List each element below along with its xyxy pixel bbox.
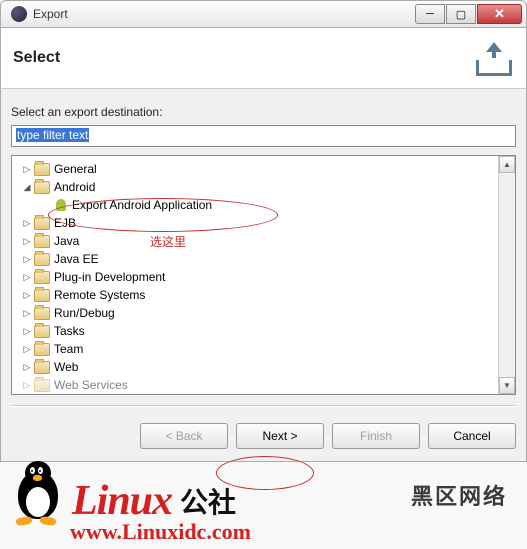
watermark-url: www.Linuxidc.com [70, 519, 517, 545]
folder-icon [34, 307, 50, 320]
dialog-content: Select an export destination: type filte… [0, 89, 527, 417]
tree-label: Tasks [54, 324, 85, 338]
expand-toggle[interactable]: ▷ [20, 218, 34, 229]
close-icon: ✕ [494, 6, 505, 22]
tree-item-java[interactable]: ▷ Java [14, 232, 496, 250]
folder-icon [34, 235, 50, 248]
tree-item-remote-systems[interactable]: ▷ Remote Systems [14, 286, 496, 304]
folder-icon [34, 163, 50, 176]
close-button[interactable]: ✕ [477, 4, 522, 24]
next-button[interactable]: Next > [236, 423, 324, 449]
window-title: Export [33, 7, 415, 21]
tree-label: Java EE [54, 252, 99, 266]
maximize-icon: ▢ [456, 8, 466, 21]
eclipse-icon [11, 6, 27, 22]
scroll-down-button[interactable]: ▼ [499, 377, 515, 394]
folder-icon [34, 289, 50, 302]
window-controls: ─ ▢ ✕ [415, 4, 522, 24]
tree-item-web-services[interactable]: ▷ Web Services [14, 376, 496, 394]
tree-item-web[interactable]: ▷ Web [14, 358, 496, 376]
dialog-header: Select [0, 28, 527, 89]
folder-icon [34, 379, 50, 392]
cancel-button[interactable]: Cancel [428, 423, 516, 449]
finish-button[interactable]: Finish [332, 423, 420, 449]
tree-item-export-android-application[interactable]: Export Android Application [14, 196, 496, 214]
tree-item-ejb[interactable]: ▷ EJB [14, 214, 496, 232]
folder-icon [34, 181, 50, 194]
folder-icon [34, 271, 50, 284]
tree-item-plugin-dev[interactable]: ▷ Plug-in Development [14, 268, 496, 286]
collapse-toggle[interactable]: ◢ [20, 182, 34, 193]
tree-label: Web Services [54, 378, 128, 392]
page-title: Select [13, 49, 474, 67]
folder-icon [34, 361, 50, 374]
back-button[interactable]: < Back [140, 423, 228, 449]
tree-item-android[interactable]: ◢ Android [14, 178, 496, 196]
folder-icon [34, 217, 50, 230]
destination-tree: ▷ General ◢ Android Export Android Appli… [11, 155, 516, 395]
tree-label: Run/Debug [54, 306, 115, 320]
title-bar: Export ─ ▢ ✕ [0, 0, 527, 28]
tree-item-tasks[interactable]: ▷ Tasks [14, 322, 496, 340]
tree-label: Android [54, 180, 95, 194]
expand-toggle[interactable]: ▷ [20, 326, 34, 337]
watermark-gray: 黑区网络 [411, 479, 507, 511]
folder-icon [34, 325, 50, 338]
expand-toggle[interactable]: ▷ [20, 380, 34, 391]
filter-text-selected: type filter text [16, 128, 89, 142]
tux-icon [10, 459, 66, 525]
expand-toggle[interactable]: ▷ [20, 308, 34, 319]
minimize-button[interactable]: ─ [415, 4, 445, 24]
filter-input[interactable]: type filter text [11, 125, 516, 147]
expand-toggle[interactable]: ▷ [20, 362, 34, 373]
expand-toggle[interactable]: ▷ [20, 236, 34, 247]
tree-label: Export Android Application [72, 198, 212, 212]
scroll-up-button[interactable]: ▲ [499, 156, 515, 173]
minimize-icon: ─ [426, 8, 434, 20]
export-icon [474, 40, 514, 76]
tree-label: Team [54, 342, 83, 356]
watermark-cn: 公社 [180, 481, 236, 521]
button-bar: < Back Next > Finish Cancel [0, 417, 527, 462]
tree-item-team[interactable]: ▷ Team [14, 340, 496, 358]
watermark-brand: Linux [72, 477, 172, 525]
vertical-scrollbar[interactable]: ▲ ▼ [498, 156, 515, 394]
expand-toggle[interactable]: ▷ [20, 254, 34, 265]
folder-icon [34, 343, 50, 356]
expand-toggle[interactable]: ▷ [20, 164, 34, 175]
tree-label: Java [54, 234, 79, 248]
tree-scroll-area: ▷ General ◢ Android Export Android Appli… [12, 156, 498, 394]
tree-item-javaee[interactable]: ▷ Java EE [14, 250, 496, 268]
android-icon [54, 198, 68, 212]
maximize-button[interactable]: ▢ [446, 4, 476, 24]
tree-label: Web [54, 360, 78, 374]
destination-label: Select an export destination: [11, 105, 516, 119]
folder-icon [34, 253, 50, 266]
tree-label: General [54, 162, 97, 176]
tree-item-run-debug[interactable]: ▷ Run/Debug [14, 304, 496, 322]
watermark: Linux 公社 www.Linuxidc.com 黑区网络 [10, 459, 517, 545]
expand-toggle[interactable]: ▷ [20, 344, 34, 355]
expand-toggle[interactable]: ▷ [20, 290, 34, 301]
tree-label: EJB [54, 216, 76, 230]
tree-item-general[interactable]: ▷ General [14, 160, 496, 178]
tree-label: Remote Systems [54, 288, 145, 302]
tree-label: Plug-in Development [54, 270, 165, 284]
separator [11, 405, 516, 407]
expand-toggle[interactable]: ▷ [20, 272, 34, 283]
